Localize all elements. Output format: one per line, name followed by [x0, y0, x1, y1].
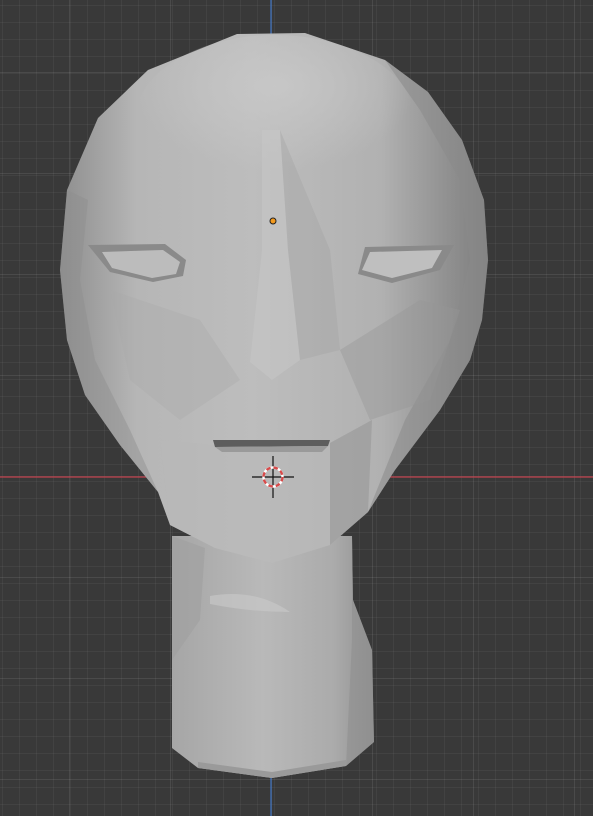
- mouth: [213, 440, 330, 452]
- head-mesh[interactable]: [60, 33, 488, 563]
- viewport-scene: [0, 0, 593, 816]
- neck[interactable]: [172, 536, 374, 778]
- 3d-viewport[interactable]: [0, 0, 593, 816]
- object-origin-icon: [269, 217, 277, 225]
